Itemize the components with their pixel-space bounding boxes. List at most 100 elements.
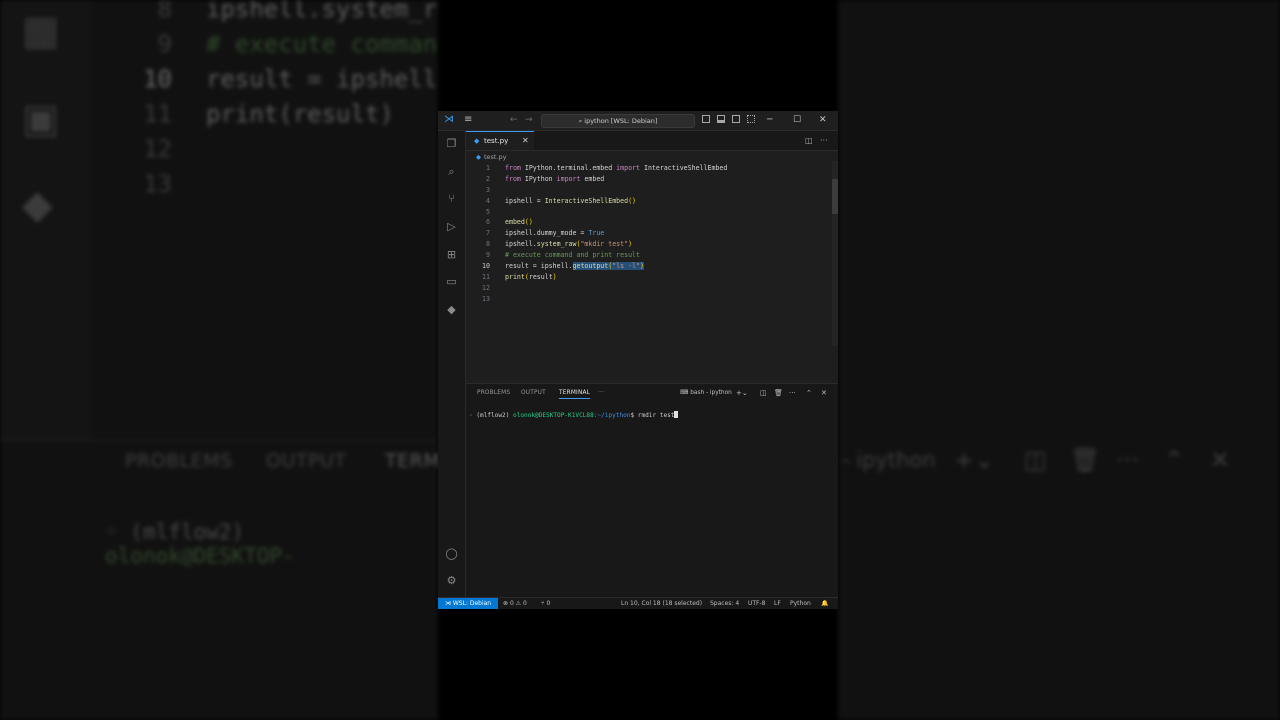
code-token: ()	[524, 218, 533, 227]
line-number: 4	[486, 196, 490, 205]
code-line[interactable]: 6 embed()	[466, 217, 826, 228]
code-line[interactable]: 12	[466, 283, 826, 294]
editor-more-icon[interactable]: ···	[820, 136, 828, 145]
tab-test-py[interactable]: ◆ test.py ✕	[466, 131, 534, 150]
new-terminal-icon[interactable]: +⌄	[736, 389, 748, 397]
title-bar: ⋊ ≡ ← → ⌕ ipython [WSL: Debian] ─ ☐ ✕	[438, 111, 838, 131]
warnings-count: 0	[522, 600, 527, 607]
split-terminal-icon[interactable]: ◫	[760, 389, 767, 397]
line-number: 1	[486, 164, 490, 172]
tab-problems[interactable]: PROBLEMS	[477, 390, 510, 396]
code-line[interactable]: 8 ipshell.system_raw("mkdir test")	[466, 239, 826, 250]
code-token: ipshell.	[505, 240, 537, 249]
search-icon[interactable]: ⌕	[445, 165, 458, 178]
terminal-user: olonok@DESKTOP-K1VCL88	[513, 412, 594, 419]
files-icon[interactable]: ❐	[445, 137, 458, 150]
problems-status[interactable]: ⊗ 0 ⚠ 0	[503, 598, 527, 609]
code-line[interactable]: 13	[466, 294, 826, 305]
toggle-secondary-sidebar-icon[interactable]	[732, 115, 740, 123]
background-terminal-line: ◦ (mlflow2) olonok@DESKTOP-	[105, 520, 295, 568]
toggle-primary-sidebar-icon[interactable]	[702, 115, 710, 123]
panel-more-button[interactable]: ···	[598, 390, 604, 396]
line-number: 13	[482, 294, 490, 303]
tab-output[interactable]: OUTPUT	[521, 390, 546, 396]
notifications-bell-icon[interactable]: 🔔	[821, 598, 828, 609]
vscode-window: ⋊ ≡ ← → ⌕ ipython [WSL: Debian] ─ ☐ ✕ ❐ …	[438, 111, 838, 609]
code-token: getoutput	[572, 262, 609, 271]
tab-close-icon[interactable]: ✕	[522, 136, 529, 145]
tab-terminal[interactable]: TERMINAL	[559, 390, 591, 399]
line-number: 6	[486, 218, 490, 227]
terminal-prompt-sign: $	[630, 412, 638, 419]
encoding[interactable]: UTF-8	[748, 598, 766, 609]
code-token: result	[528, 272, 553, 281]
code-line[interactable]: 7 ipshell.dummy_mode = True	[466, 228, 826, 239]
code-token: InteractiveShellEmbed	[544, 196, 629, 205]
code-line[interactable]: 9 # execute command and print result	[466, 250, 826, 261]
code-line[interactable]: 11 print(result)	[466, 272, 826, 283]
background-code: 8 ipshell.system_r 9 # execute comman 10 resu…	[110, 0, 437, 202]
gear-icon[interactable]: ⚙	[445, 574, 458, 587]
code-line[interactable]: 10 result = ipshell.getoutput("ls -l")	[466, 261, 826, 272]
extensions-icon[interactable]: ⊞	[445, 248, 458, 261]
maximize-panel-icon[interactable]: ⌃	[806, 389, 812, 397]
code-token: system_raw	[536, 240, 577, 249]
editor-area: ◆ test.py ✕ ◫ ··· ◆ test.py 1 from IPython…	[466, 131, 838, 383]
toggle-panel-icon[interactable]	[717, 115, 725, 123]
account-icon[interactable]: ◯	[445, 547, 458, 560]
close-panel-icon[interactable]: ✕	[821, 389, 827, 397]
background-code-line: 12	[110, 132, 437, 167]
background-line-number: 9	[157, 30, 172, 58]
remote-explorer-icon[interactable]: ▭	[445, 275, 458, 288]
background-line-number: 13	[143, 170, 172, 198]
forward-arrow-icon[interactable]: →	[525, 115, 533, 125]
split-editor-icon[interactable]: ◫	[805, 136, 813, 145]
docker-icon[interactable]: ◆	[445, 303, 458, 316]
code-token: IPython.terminal.embed	[520, 164, 617, 172]
cursor-position[interactable]: Ln 10, Col 18 (18 selected)	[621, 598, 702, 609]
line-number: 5	[486, 207, 490, 216]
background-close-icon: ✕	[1210, 446, 1231, 474]
remote-label: WSL: Debian	[452, 600, 492, 607]
code-line[interactable]: 5	[466, 207, 826, 218]
source-control-icon[interactable]: ⑂	[445, 192, 458, 205]
background-line-text: # execute comman	[206, 30, 438, 58]
line-number: 10	[482, 262, 490, 271]
run-debug-icon[interactable]: ▷	[445, 220, 458, 233]
minimize-button[interactable]: ─	[767, 114, 772, 126]
terminal-more-icon[interactable]: ···	[789, 389, 796, 397]
background-terminal-user: olonok@DESKTOP-	[105, 544, 295, 568]
code-token: IPython	[520, 174, 557, 183]
back-arrow-icon[interactable]: ←	[510, 115, 518, 125]
end-of-line[interactable]: LF	[774, 598, 781, 609]
customize-layout-icon[interactable]	[747, 115, 755, 123]
background-tab-problems: PROBLEMS	[125, 450, 233, 472]
bottom-panel: PROBLEMS OUTPUT TERMINAL ··· ⌨ bash - ip…	[466, 383, 838, 598]
code-line[interactable]: 1 from IPython.terminal.embed import Inte…	[466, 163, 826, 174]
background-tab-output: OUTPUT	[266, 450, 347, 472]
kill-terminal-icon[interactable]: 🗑	[774, 389, 783, 397]
terminal-command: rmdir test	[637, 412, 675, 419]
code-line[interactable]: 4 ipshell = InteractiveShellEmbed()	[466, 196, 826, 207]
language-mode[interactable]: Python	[790, 598, 811, 609]
indentation[interactable]: Spaces: 4	[710, 598, 739, 609]
code-line[interactable]: 3	[466, 185, 826, 196]
line-number: 7	[486, 229, 490, 238]
background-remote-icon: ▣	[22, 96, 60, 142]
maximize-button[interactable]: ☐	[793, 114, 801, 126]
remote-indicator[interactable]: ⋊ WSL: Debian	[438, 598, 498, 609]
line-number: 2	[486, 174, 490, 183]
terminal-output[interactable]: ◦ (mlflow2) olonok@DESKTOP-K1VCL88:~/ipy…	[469, 411, 679, 419]
close-window-button[interactable]: ✕	[819, 114, 827, 126]
code-editor[interactable]: 1 from IPython.terminal.embed import Inte…	[466, 163, 826, 305]
code-token: InteractiveShellEmbed	[640, 164, 728, 172]
background-more-icon: ···	[1116, 446, 1139, 474]
code-line[interactable]: 2 from IPython import embed	[466, 174, 826, 185]
command-center-search[interactable]: ⌕ ipython [WSL: Debian]	[541, 114, 695, 128]
code-token: True	[588, 229, 605, 238]
menu-hamburger-icon[interactable]: ≡	[464, 114, 472, 126]
terminal-instance[interactable]: ⌨ bash - ipython	[680, 390, 732, 396]
ports-status[interactable]: ⑂ 0	[541, 598, 550, 609]
editor-scrollbar-thumb[interactable]	[832, 179, 838, 214]
breadcrumb[interactable]: ◆ test.py	[476, 153, 507, 161]
